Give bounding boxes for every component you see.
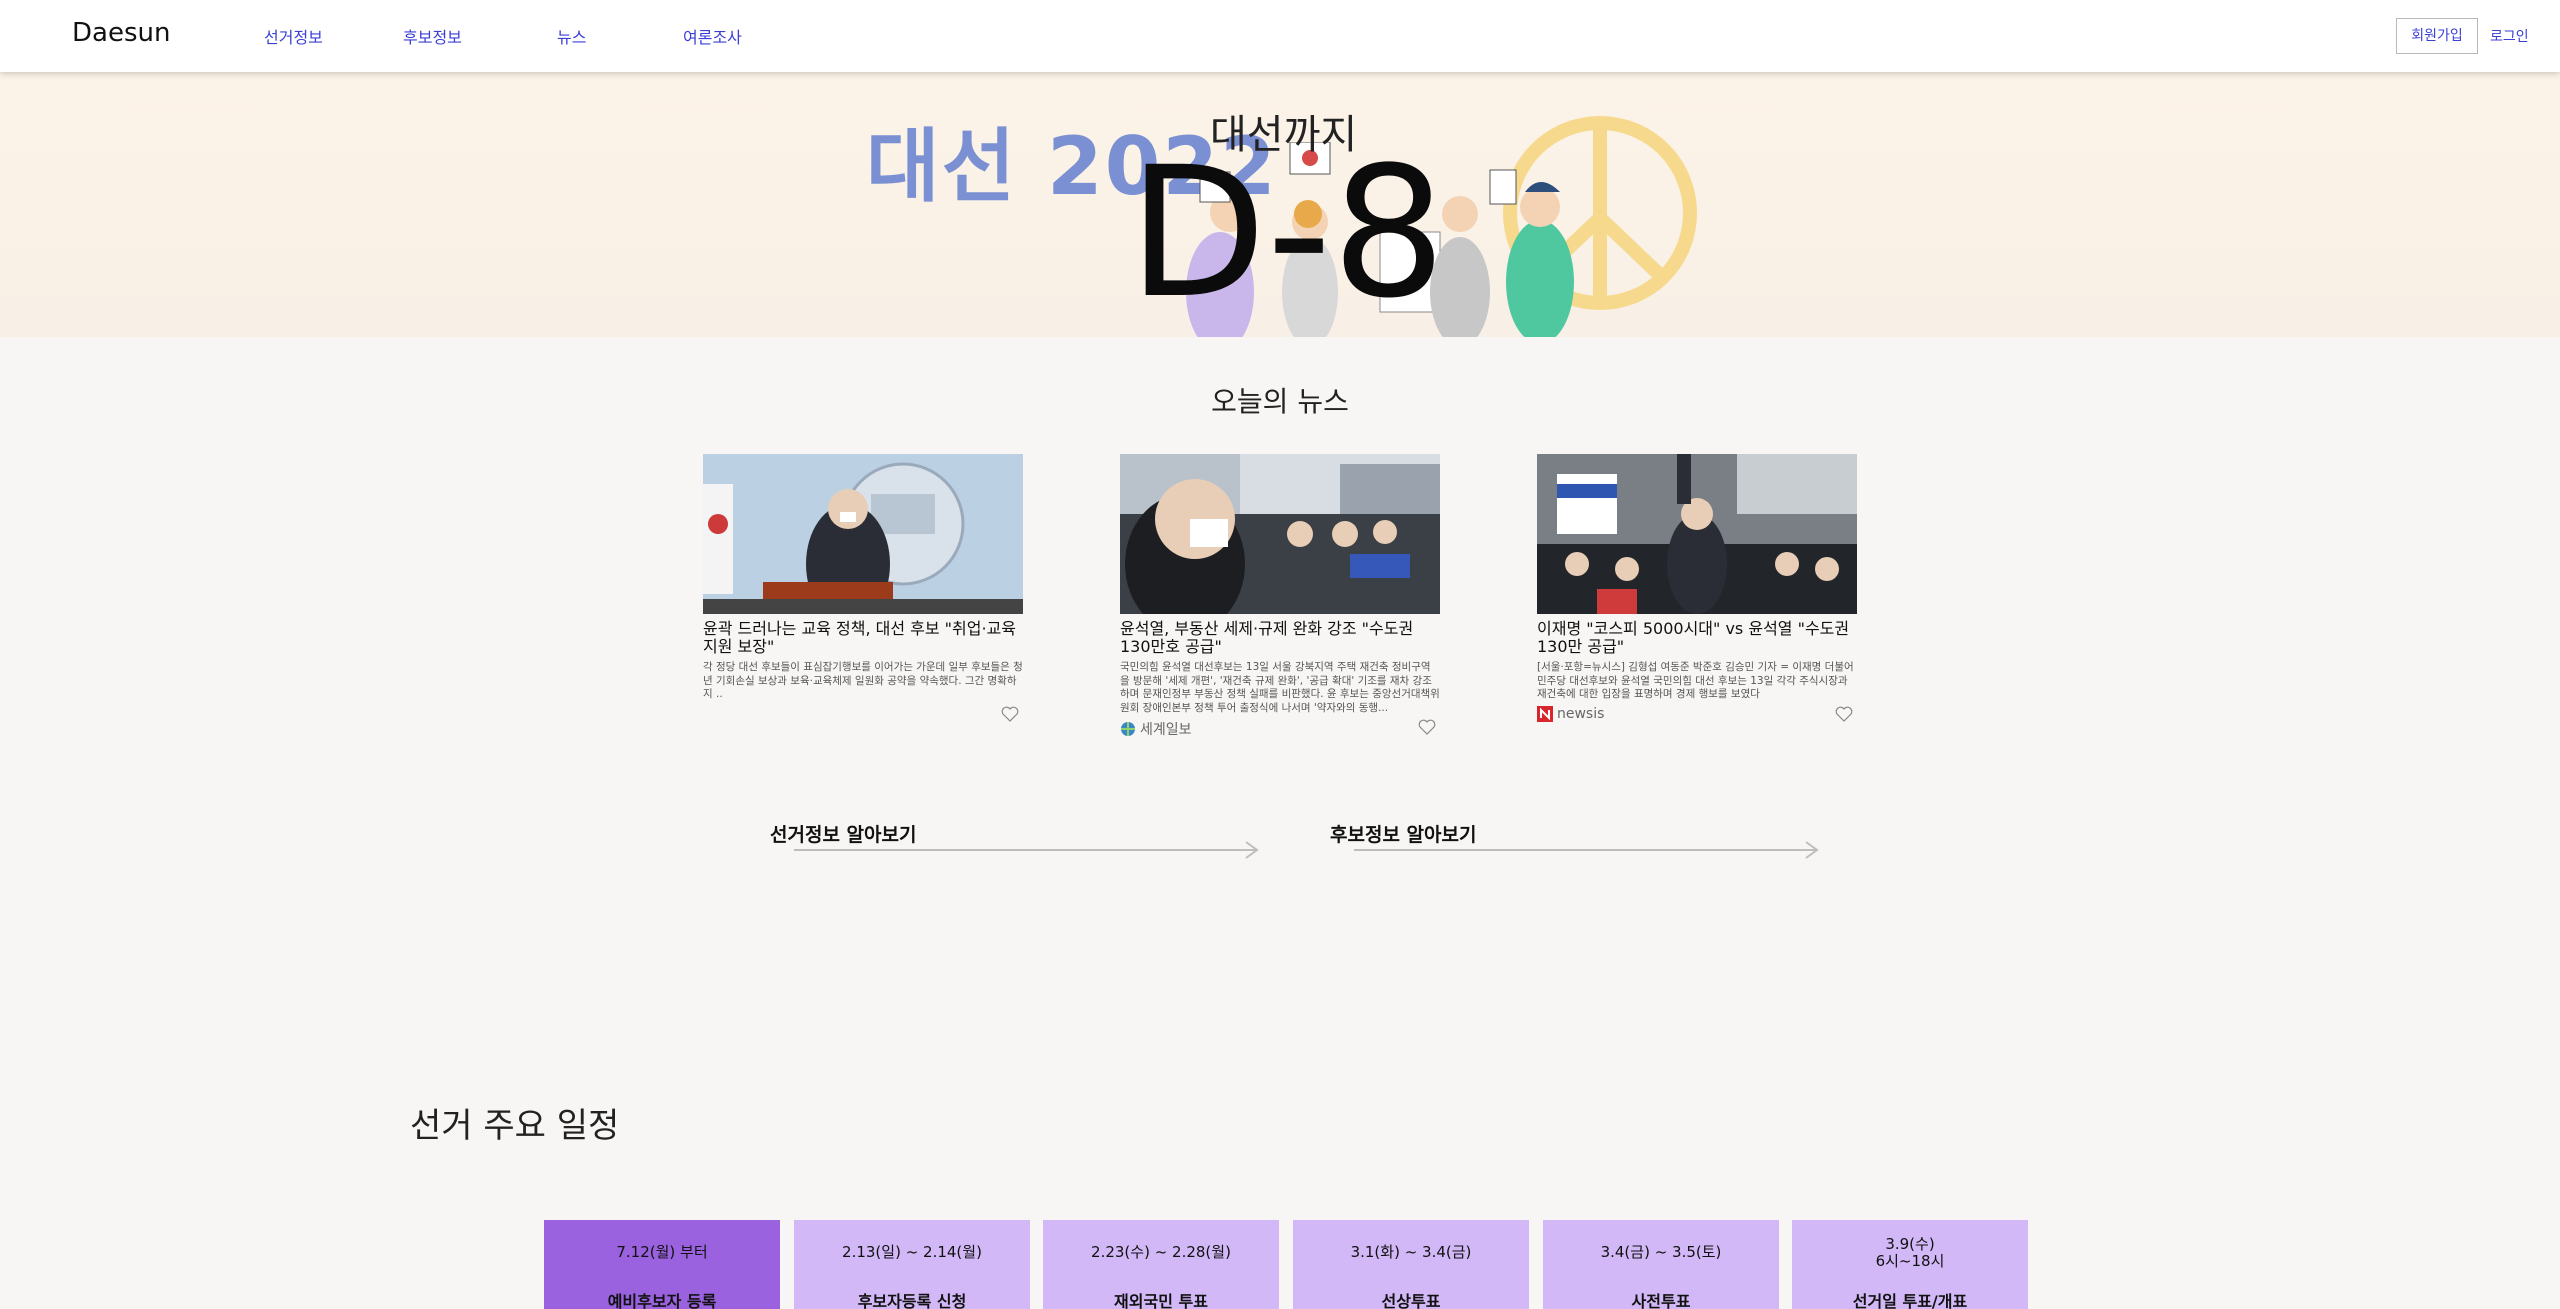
news-section-title: 오늘의 뉴스 [1211, 385, 1349, 418]
schedule-date: 3.4(금) ~ 3.5(토) [1600, 1243, 1722, 1261]
schedule-date: 7.12(월) 부터 [616, 1243, 708, 1261]
heart-icon[interactable] [1835, 706, 1853, 722]
schedule-event: 예비후보자 등록 [607, 1292, 717, 1309]
news-summary: 국민의힘 윤석열 대선후보는 13일 서울 강북지역 주택 재건축 정비구역을 … [1120, 661, 1440, 714]
news-source: 세계일보 [1120, 719, 1440, 739]
schedule-date: 3.1(화) ~ 3.4(금) [1350, 1243, 1472, 1261]
schedule-event: 사전투표 [1631, 1292, 1691, 1309]
arrow-right-icon [794, 841, 1259, 859]
schedule-time: 6시~18시 [1875, 1252, 1945, 1270]
news-card[interactable]: 윤곽 드러나는 교육 정책, 대선 후보 "취업·교육 지원 보장" 각 정당 … [703, 454, 1023, 726]
nav-polls[interactable]: 여론조사 [683, 24, 742, 48]
schedule-event: 후보자등록 신청 [857, 1292, 967, 1309]
schedule-date: 3.9(수) [1885, 1235, 1935, 1253]
dday-counter: D-8 [1128, 129, 1447, 337]
candidate-info-link[interactable]: 후보정보 알아보기 [1330, 820, 1819, 859]
schedule-tile[interactable]: 7.12(월) 부터 예비후보자 등록 [544, 1220, 780, 1309]
news-photo[interactable] [703, 454, 1023, 614]
schedule-tile[interactable]: 3.1(화) ~ 3.4(금) 선상투표 [1293, 1220, 1529, 1309]
globe-icon [1121, 722, 1135, 736]
schedule-tile[interactable]: 3.4(금) ~ 3.5(토) 사전투표 [1543, 1220, 1779, 1309]
schedule-date: 2.23(수) ~ 2.28(월) [1091, 1243, 1231, 1261]
nav-election-info[interactable]: 선거정보 [264, 24, 323, 48]
news-source: newsis [1537, 705, 1857, 722]
heart-icon[interactable] [1001, 706, 1019, 722]
schedule-tile[interactable]: 2.13(일) ~ 2.14(월) 후보자등록 신청 [794, 1220, 1030, 1309]
news-photo[interactable] [1120, 454, 1440, 614]
news-card[interactable]: 윤석열, 부동산 세제·규제 완화 강조 "수도권 130만호 공급" 국민의힘… [1120, 454, 1440, 739]
top-navbar: Daesun 선거정보 후보정보 뉴스 여론조사 회원가입 로그인 [0, 0, 2560, 72]
heart-icon[interactable] [1418, 719, 1436, 735]
news-title[interactable]: 윤석열, 부동산 세제·규제 완화 강조 "수도권 130만호 공급" [1120, 620, 1440, 656]
newsis-logo-icon [1537, 705, 1553, 722]
schedule-event: 재외국민 투표 [1114, 1292, 1208, 1309]
news-title[interactable]: 윤곽 드러나는 교육 정책, 대선 후보 "취업·교육 지원 보장" [703, 620, 1023, 656]
news-title[interactable]: 이재명 "코스피 5000시대" vs 윤석열 "수도권 130만 공급" [1537, 620, 1857, 656]
schedule-section-title: 선거 주요 일정 [410, 1106, 620, 1146]
signup-button[interactable]: 회원가입 [2396, 18, 2478, 54]
site-logo[interactable]: Daesun [72, 18, 170, 48]
news-summary: 각 정당 대선 후보들이 표심잡기행보를 이어가는 가운데 일부 후보들은 청년… [703, 661, 1023, 700]
nav-candidate-info[interactable]: 후보정보 [403, 24, 462, 48]
news-photo[interactable] [1537, 454, 1857, 614]
schedule-date: 2.13(일) ~ 2.14(월) [842, 1243, 982, 1261]
schedule-tile[interactable]: 2.23(수) ~ 2.28(월) 재외국민 투표 [1043, 1220, 1279, 1309]
news-card[interactable]: 이재명 "코스피 5000시대" vs 윤석열 "수도권 130만 공급" [서… [1537, 454, 1857, 726]
news-source-name: 세계일보 [1140, 722, 1192, 738]
arrow-right-icon [1354, 841, 1819, 859]
schedule-event: 선상투표 [1381, 1292, 1441, 1309]
schedule-tile[interactable]: 3.9(수) 6시~18시 선거일 투표/개표 [1792, 1220, 2028, 1309]
news-source-name: newsis [1557, 705, 1605, 722]
news-summary: [서울·포항=뉴시스] 김형섭 여동준 박준호 김승민 기자 = 이재명 더불어… [1537, 661, 1854, 700]
schedule-event: 선거일 투표/개표 [1852, 1292, 1968, 1309]
election-info-link[interactable]: 선거정보 알아보기 [770, 820, 1259, 859]
nav-news[interactable]: 뉴스 [557, 24, 586, 48]
login-link[interactable]: 로그인 [2490, 26, 2529, 46]
hero-banner: 대선 2022 대선까지 D-8 [0, 72, 2560, 337]
